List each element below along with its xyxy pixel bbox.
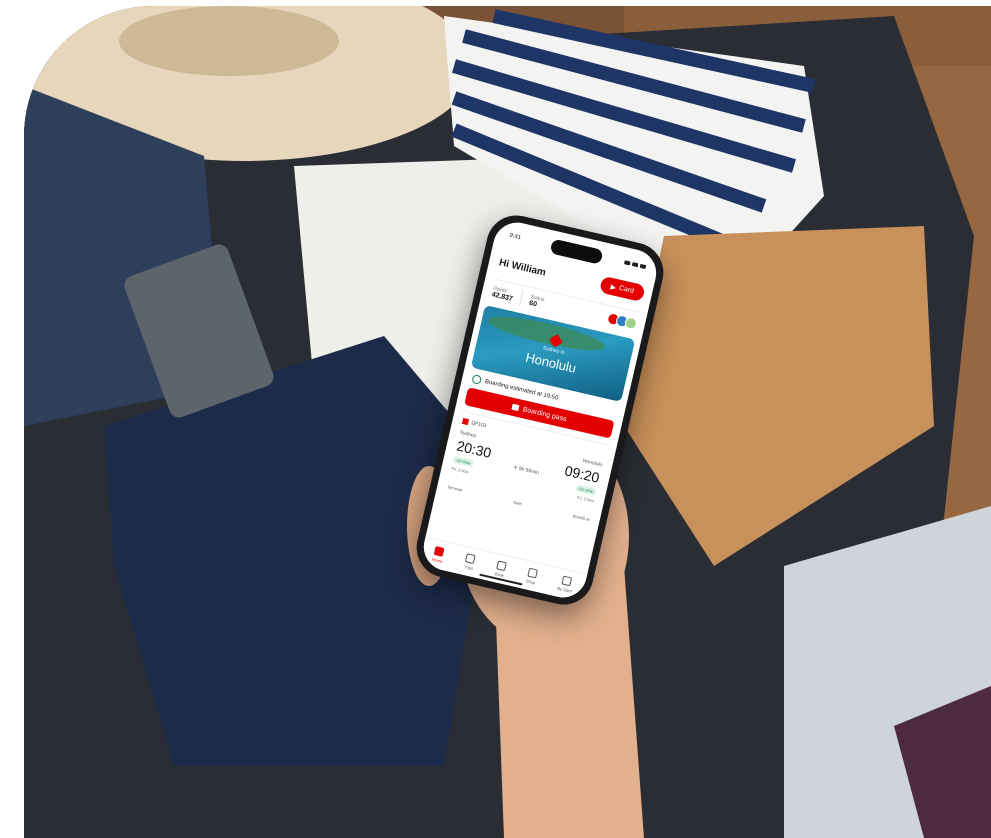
profile-icon [561, 575, 572, 587]
status-stat[interactable]: Status 60 [528, 294, 545, 310]
arrival: Honolulu 09:20 On time Fri, 3 Nov [559, 455, 603, 503]
from-date: Fri, 3 Nov [451, 465, 470, 475]
stat-divider [519, 290, 524, 306]
card-button[interactable]: ▶ Card [598, 275, 646, 303]
boarding-pass-label: Boarding pass [522, 405, 568, 423]
points-stat[interactable]: Points 42,837 [491, 285, 515, 302]
partner-badge-icon [623, 316, 639, 331]
tab-trips[interactable]: Trips [463, 553, 477, 571]
tab-label: Shop [525, 578, 536, 586]
partner-badges[interactable] [606, 311, 639, 331]
flight-number: QF103 [470, 419, 487, 430]
card-button-label: Card [618, 284, 635, 295]
trips-icon [465, 553, 477, 565]
tab-label: Home [431, 556, 443, 564]
search-icon [496, 560, 507, 572]
shop-icon [527, 567, 538, 579]
clock-icon [471, 374, 483, 385]
tab-label: Trips [463, 564, 474, 571]
boards-label: Boards at [572, 513, 591, 522]
terminal-label: Terminal [446, 484, 463, 493]
home-icon [433, 546, 445, 557]
duration-text: 9h 50min [518, 465, 540, 477]
tab-home[interactable]: Home [431, 546, 445, 564]
kangaroo-icon: ▶ [609, 283, 617, 292]
tab-label: My Qant [556, 585, 573, 594]
status-time: 9:41 [508, 232, 522, 242]
airline-logo-icon [461, 417, 470, 426]
airline-row: QF103 [461, 417, 487, 430]
boarding-pass-icon [511, 403, 520, 412]
gate-label: Gate [512, 499, 523, 507]
to-status-badge: On time [575, 484, 597, 496]
greeting: Hi William [497, 257, 547, 279]
tab-book[interactable]: Book [495, 560, 507, 578]
tab-shop[interactable]: Shop [525, 567, 538, 586]
signal-battery-icon [623, 260, 647, 270]
tab-profile[interactable]: My Qant [556, 575, 574, 594]
